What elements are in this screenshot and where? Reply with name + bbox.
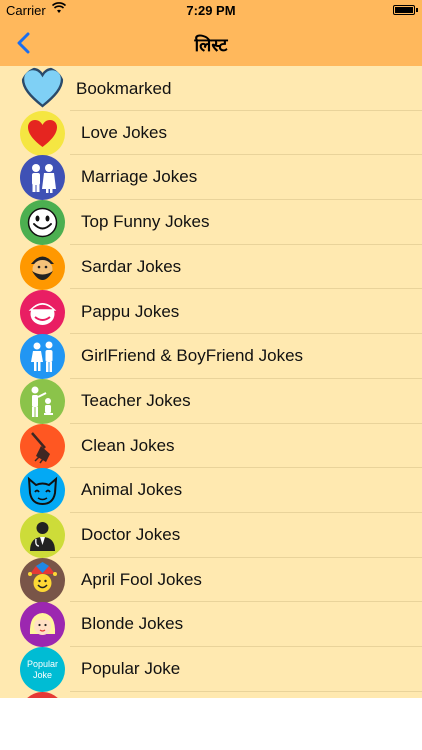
heart-icon	[20, 110, 65, 156]
bottom-blank-area	[0, 698, 422, 750]
list-item-label: Clean Jokes	[81, 435, 175, 455]
list-item-label: Pappu Jokes	[81, 301, 180, 321]
pappu-icon	[20, 289, 65, 335]
lovers-icon	[20, 334, 65, 380]
heart-outline-icon	[20, 66, 65, 111]
list-item-label: Sardar Jokes	[81, 256, 182, 276]
list-item-teacher-jokes[interactable]: Teacher Jokes	[0, 378, 422, 424]
cat-icon	[20, 468, 65, 514]
list-item-label: Doctor Jokes	[81, 525, 181, 544]
list-item-clean-jokes[interactable]: Clean Jokes	[0, 423, 422, 469]
teacher-icon	[20, 378, 65, 424]
clock: 7:29 PM	[186, 3, 236, 18]
list-item-love-jokes[interactable]: Love Jokes	[0, 110, 422, 156]
list-item-bookmarked[interactable]: Bookmarked	[0, 66, 422, 111]
blonde-icon	[20, 602, 65, 648]
list-item-april-fool-jokes[interactable]: April Fool Jokes	[0, 557, 422, 603]
list-item-label: Marriage Jokes	[81, 167, 198, 187]
list-item-label: Popular Joke	[81, 659, 181, 679]
list-item-top-funny-jokes[interactable]: Top Funny Jokes	[0, 200, 422, 246]
jester-icon	[20, 557, 65, 603]
list-item-blonde-jokes[interactable]: Blonde Jokes	[0, 602, 422, 648]
list-item-girlfriend-boyfriend-jokes[interactable]: GirlFriend & BoyFriend Jokes	[0, 334, 422, 380]
list-item-label: Bookmarked	[76, 79, 172, 98]
popular-joke-icon: Popular Joke	[20, 647, 65, 693]
category-list[interactable]: Bookmarked Love Jokes Marriage Jokes Top…	[0, 66, 422, 698]
list-item-marriage-jokes[interactable]: Marriage Jokes	[0, 155, 422, 201]
status-bar: Carrier 7:29 PM	[0, 0, 422, 22]
couple-icon	[20, 155, 65, 201]
sardar-icon	[20, 244, 65, 290]
list-item-doctor-jokes[interactable]: Doctor Jokes	[0, 513, 422, 558]
list-item-label: Love Jokes	[81, 122, 167, 142]
list-item-sardar-jokes[interactable]: Sardar Jokes	[0, 244, 422, 290]
list-item-label: Teacher Jokes	[81, 390, 191, 410]
doctor-icon	[20, 513, 65, 558]
list-item-popular-joke[interactable]: Popular Joke Popular Joke	[0, 647, 422, 693]
list-item-animal-jokes[interactable]: Animal Jokes	[0, 468, 422, 514]
list-item-pappu-jokes[interactable]: Pappu Jokes	[0, 289, 422, 335]
list-item-label: Blonde Jokes	[81, 614, 184, 634]
page-title: लिस्ट	[194, 35, 228, 55]
popular-joke-icon-text: Popular Joke	[26, 659, 59, 681]
list-item-label: Top Funny Jokes	[81, 212, 210, 232]
list-item-label: Animal Jokes	[81, 480, 183, 500]
list-item-label: GirlFriend & BoyFriend Jokes	[81, 346, 304, 366]
battery-icon	[393, 5, 418, 15]
smiley-icon	[20, 200, 65, 246]
list-item-label: April Fool Jokes	[81, 569, 202, 589]
broom-icon	[20, 423, 65, 469]
navigation-bar: लिस्ट	[0, 22, 422, 66]
